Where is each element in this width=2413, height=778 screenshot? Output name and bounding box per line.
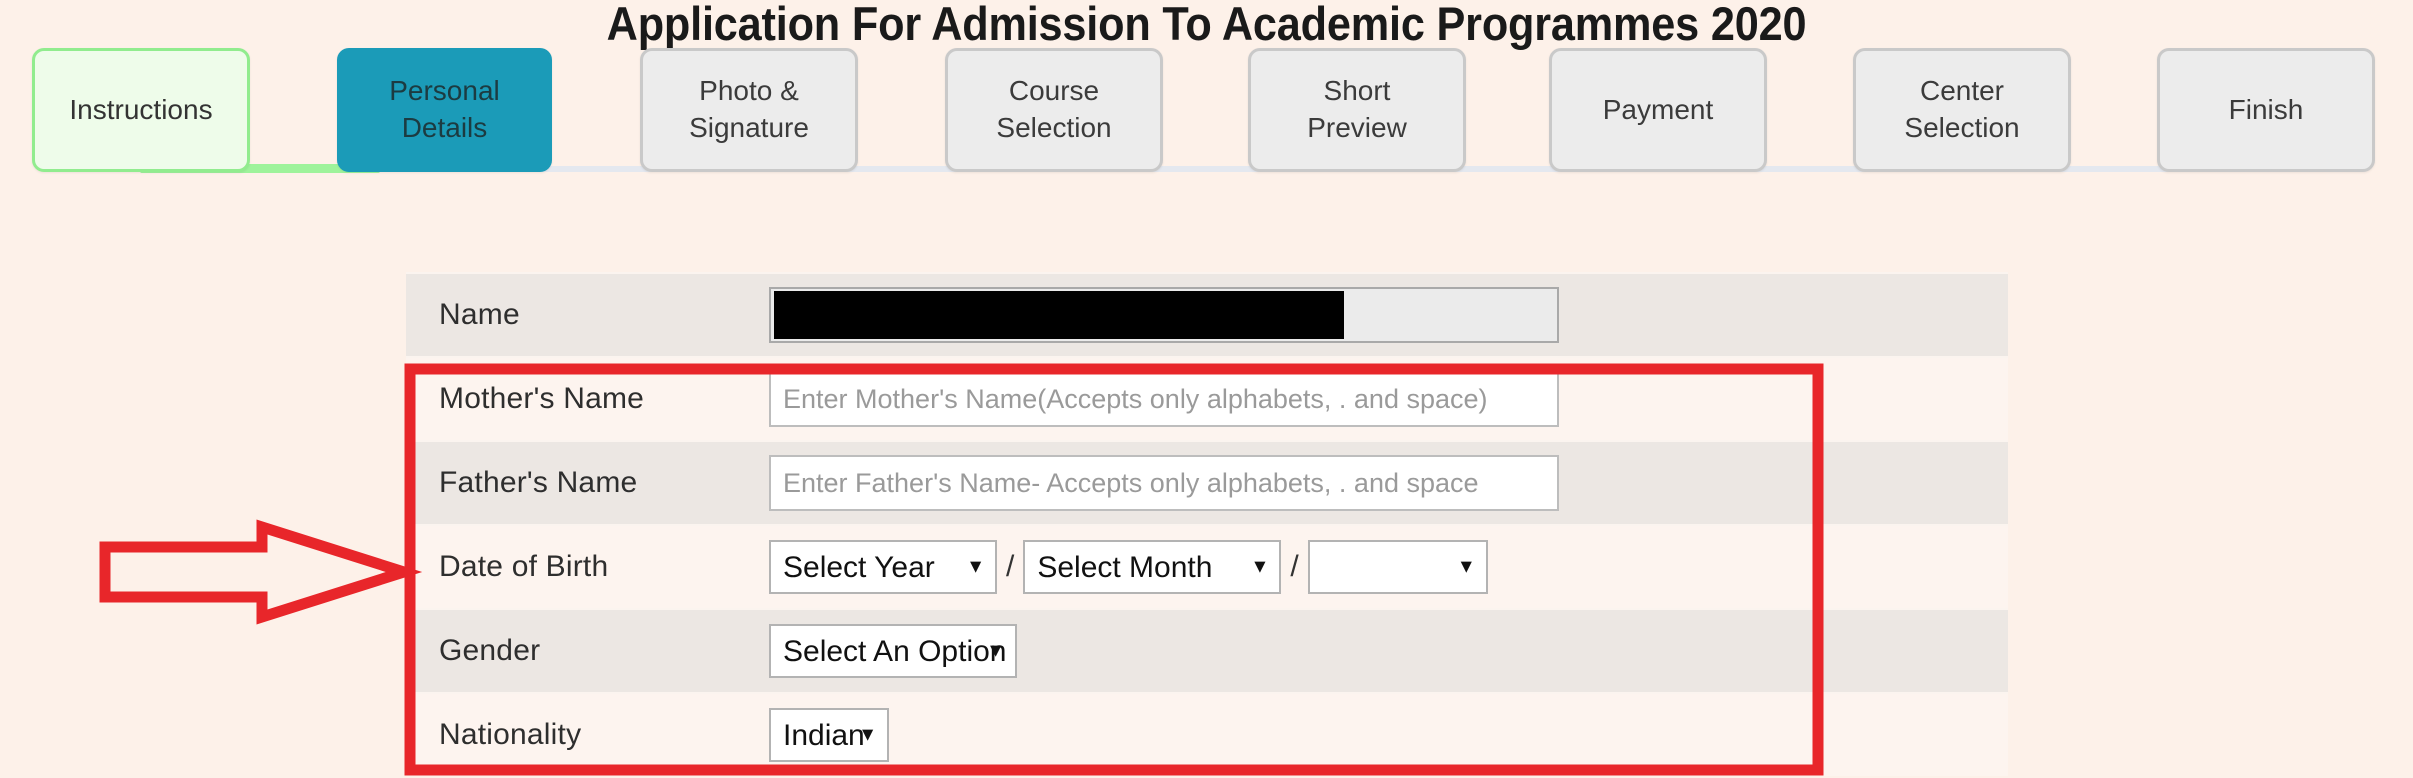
form-row-nationality: Nationality Indian ▼	[406, 692, 2008, 776]
wizard-step-instructions[interactable]: Instructions	[32, 48, 250, 172]
form-row-date-of-birth: Date of Birth Select Year ▼ / Select Mon…	[406, 524, 2008, 608]
label-name: Name	[439, 298, 520, 331]
nationality-select[interactable]: Indian	[769, 708, 889, 762]
label-nationality: Nationality	[439, 718, 582, 751]
wizard-step-label: Personal Details	[389, 75, 500, 143]
progress-wizard: Instructions Personal Details Photo & Signat…	[0, 48, 2413, 188]
redaction-bar	[774, 291, 1344, 339]
wizard-step-label: Finish	[2228, 93, 2304, 125]
fathers-name-input[interactable]	[769, 455, 1559, 511]
dob-day-wrapper: ▼	[1307, 540, 1488, 594]
wizard-step-center-selection[interactable]: Center Selection	[1853, 48, 2071, 172]
dob-year-select[interactable]: Select Year	[769, 540, 997, 594]
mothers-name-input[interactable]	[769, 371, 1559, 427]
dob-month-wrapper: Select Month ▼	[1023, 540, 1282, 594]
label-mothers-name: Mother's Name	[439, 382, 645, 415]
dob-month-select[interactable]: Select Month	[1023, 540, 1282, 594]
form-row-name: Name	[406, 272, 2008, 356]
form-row-mothers-name: Mother's Name	[406, 356, 2008, 440]
red-right-arrow-icon	[99, 519, 423, 625]
gender-select[interactable]: Select An Option	[769, 624, 1017, 678]
wizard-step-course-selection[interactable]: Course Selection	[945, 48, 1163, 172]
gender-wrapper: Select An Option ▼	[769, 624, 1017, 678]
dob-separator-2: /	[1290, 550, 1299, 583]
label-gender: Gender	[439, 634, 541, 667]
wizard-step-label: Course Selection	[996, 75, 1112, 143]
wizard-step-personal-details[interactable]: Personal Details	[337, 48, 552, 172]
page-title: Application For Admission To Academic Pr…	[606, 0, 1807, 50]
wizard-step-label: Photo & Signature	[689, 75, 809, 143]
wizard-step-photo-signature[interactable]: Photo & Signature	[640, 48, 858, 172]
dob-day-select[interactable]	[1307, 540, 1488, 594]
wizard-step-label: Payment	[1602, 93, 1714, 125]
wizard-step-payment[interactable]: Payment	[1549, 48, 1767, 172]
wizard-step-label: Short Preview	[1307, 75, 1407, 143]
nationality-wrapper: Indian ▼	[769, 708, 889, 762]
wizard-step-label: Center Selection	[1904, 75, 2020, 143]
dob-year-wrapper: Select Year ▼	[769, 540, 997, 594]
label-fathers-name: Father's Name	[439, 466, 638, 499]
wizard-step-finish[interactable]: Finish	[2157, 48, 2375, 172]
name-field-wrapper	[769, 287, 1559, 343]
wizard-step-short-preview[interactable]: Short Preview	[1248, 48, 1466, 172]
dob-separator-1: /	[1006, 550, 1015, 583]
wizard-step-label: Instructions	[69, 93, 213, 125]
form-row-fathers-name: Father's Name	[406, 440, 2008, 524]
label-date-of-birth: Date of Birth	[439, 550, 609, 583]
form-row-gender: Gender Select An Option ▼	[406, 608, 2008, 692]
personal-details-form: Name Mother's Name Father's Name Date of…	[406, 272, 2008, 776]
